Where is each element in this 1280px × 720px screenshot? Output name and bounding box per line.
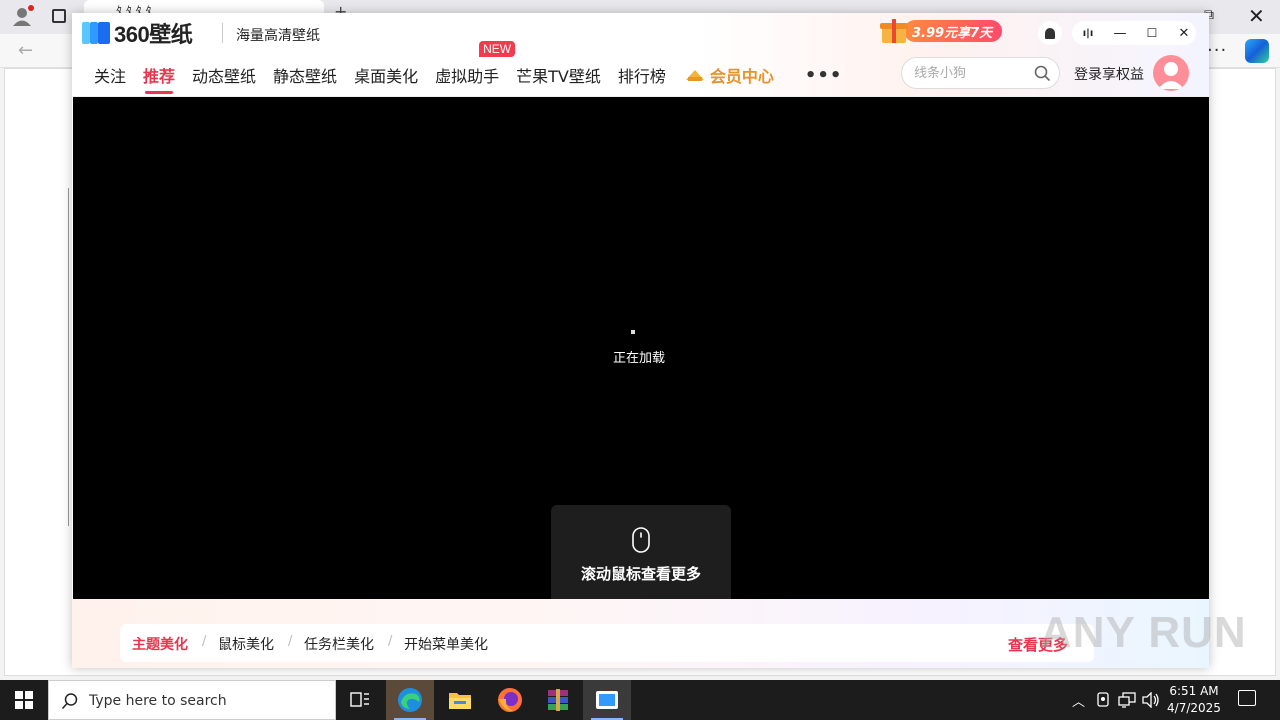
search-box bbox=[901, 57, 1060, 89]
scroll-hint: 滚动鼠标查看更多 bbox=[551, 505, 731, 605]
back-arrow-icon[interactable]: ← bbox=[18, 40, 33, 61]
bell-icon bbox=[1045, 27, 1055, 39]
new-badge: NEW bbox=[479, 41, 516, 57]
loading-spinner bbox=[631, 330, 635, 334]
volume-icon[interactable] bbox=[1142, 692, 1160, 708]
footer-separator: / bbox=[202, 634, 207, 649]
task-view-button[interactable] bbox=[336, 680, 384, 720]
file-explorer-icon bbox=[449, 693, 471, 709]
mouse-icon bbox=[632, 527, 650, 553]
search-icon bbox=[61, 693, 78, 710]
window-controls: ı|ı — ☐ ✕ bbox=[1072, 21, 1196, 45]
footer-link-theme[interactable]: 主题美化 bbox=[132, 634, 188, 654]
app-header: 360壁纸 海量高清壁纸 3.99元享7天 ı|ı — ☐ ✕ 关注 推荐 动态… bbox=[72, 13, 1209, 97]
maximize-button[interactable]: ☐ bbox=[1140, 21, 1164, 45]
promo-banner[interactable]: 3.99元享7天 bbox=[880, 18, 1022, 44]
notification-button[interactable] bbox=[1038, 21, 1062, 45]
nav-item-mango-tv[interactable]: 芒果TV壁纸 bbox=[516, 63, 601, 87]
user-icon bbox=[1158, 62, 1184, 89]
taskbar: Type here to search ︿ 6:51 AM 4/7/2025 bbox=[0, 680, 1280, 720]
scroll-hint-text: 滚动鼠标查看更多 bbox=[580, 565, 701, 583]
main-nav: 关注 推荐 动态壁纸 静态壁纸 桌面美化 虚拟助手 NEW 芒果TV壁纸 排行榜… bbox=[94, 41, 859, 94]
nav-item-static-wallpaper[interactable]: 静态壁纸 bbox=[273, 63, 337, 87]
security-icon[interactable] bbox=[1096, 692, 1110, 708]
winrar-button[interactable] bbox=[534, 680, 582, 720]
footer-separator: / bbox=[388, 634, 393, 649]
wallpaper-content-area[interactable]: 正在加载 滚动鼠标查看更多 bbox=[73, 97, 1209, 605]
nav-item-label: 推荐 bbox=[143, 67, 176, 86]
file-explorer-button[interactable] bbox=[436, 680, 484, 720]
crown-icon bbox=[685, 68, 704, 82]
search-icon[interactable] bbox=[1034, 65, 1050, 81]
footer-link-start-menu[interactable]: 开始菜单美化 bbox=[404, 634, 488, 654]
avatar[interactable] bbox=[1153, 55, 1189, 91]
logo-divider bbox=[222, 23, 223, 43]
logo-mark-icon bbox=[82, 22, 110, 44]
tab-actions-icon[interactable] bbox=[52, 9, 66, 23]
task-view-icon bbox=[350, 692, 369, 707]
wallpaper-app-icon bbox=[596, 691, 618, 709]
start-button[interactable] bbox=[0, 680, 48, 720]
wallpaper-app-button[interactable] bbox=[583, 680, 631, 720]
network-icon[interactable] bbox=[1118, 692, 1136, 708]
nav-item-dynamic-wallpaper[interactable]: 动态壁纸 bbox=[192, 63, 256, 87]
logo-text: 360壁纸 bbox=[114, 22, 193, 47]
vip-label: 会员中心 bbox=[709, 67, 774, 86]
anyrun-watermark: ANY RUN bbox=[1040, 608, 1247, 657]
nav-item-follow[interactable]: 关注 bbox=[94, 63, 126, 87]
edge-button[interactable] bbox=[386, 680, 434, 720]
footer-link-cursor[interactable]: 鼠标美化 bbox=[218, 634, 274, 654]
nav-more-button[interactable]: ••• bbox=[805, 65, 843, 86]
minimize-button[interactable]: — bbox=[1108, 21, 1132, 45]
nav-item-ranking[interactable]: 排行榜 bbox=[618, 63, 666, 87]
widget-button[interactable]: ı|ı bbox=[1076, 21, 1100, 45]
promo-text: 3.99元享7天 bbox=[904, 20, 1003, 42]
firefox-icon bbox=[498, 688, 522, 712]
close-button[interactable]: ✕ bbox=[1172, 21, 1196, 45]
footer-separator: / bbox=[288, 634, 293, 649]
notification-dot bbox=[28, 5, 34, 11]
slogan: 海量高清壁纸 bbox=[236, 28, 320, 44]
browser-close-button[interactable]: ✕ bbox=[1248, 4, 1265, 28]
footer-bar: 主题美化 / 鼠标美化 / 任务栏美化 / 开始菜单美化 查看更多 bbox=[72, 599, 1209, 668]
system-clock[interactable]: 6:51 AM 4/7/2025 bbox=[1164, 683, 1224, 717]
gift-icon bbox=[880, 17, 908, 45]
nav-item-vip-center[interactable]: 会员中心 bbox=[685, 63, 774, 87]
loading-text: 正在加载 bbox=[613, 351, 666, 366]
wallpaper-app-window: 360壁纸 海量高清壁纸 3.99元享7天 ı|ı — ☐ ✕ 关注 推荐 动态… bbox=[72, 13, 1209, 668]
notification-center-icon[interactable] bbox=[1238, 690, 1256, 706]
taskbar-search-placeholder: Type here to search bbox=[89, 693, 227, 709]
clock-date: 4/7/2025 bbox=[1167, 701, 1221, 715]
nav-item-desktop-beautify[interactable]: 桌面美化 bbox=[354, 63, 418, 87]
footer-link-taskbar[interactable]: 任务栏美化 bbox=[304, 634, 374, 654]
browser-more-button[interactable]: ··· bbox=[1207, 40, 1227, 61]
nav-item-label: 虚拟助手 bbox=[435, 67, 500, 86]
windows-icon bbox=[15, 691, 33, 709]
login-link[interactable]: 登录享权益 bbox=[1074, 64, 1144, 84]
app-logo[interactable]: 360壁纸 bbox=[82, 21, 193, 47]
taskbar-search[interactable]: Type here to search bbox=[48, 680, 336, 720]
firefox-button[interactable] bbox=[486, 680, 534, 720]
winrar-icon bbox=[548, 689, 568, 711]
active-underline bbox=[145, 91, 174, 94]
nav-item-recommend[interactable]: 推荐 bbox=[143, 63, 176, 94]
search-input[interactable] bbox=[914, 64, 1024, 82]
copilot-icon[interactable] bbox=[1245, 39, 1269, 63]
clock-time: 6:51 AM bbox=[1169, 684, 1219, 698]
chevron-up-icon[interactable]: ︿ bbox=[1072, 691, 1085, 710]
nav-item-virtual-assistant[interactable]: 虚拟助手 NEW bbox=[435, 41, 516, 87]
edge-icon bbox=[398, 688, 422, 712]
beautify-links: 主题美化 / 鼠标美化 / 任务栏美化 / 开始菜单美化 bbox=[120, 624, 1094, 662]
